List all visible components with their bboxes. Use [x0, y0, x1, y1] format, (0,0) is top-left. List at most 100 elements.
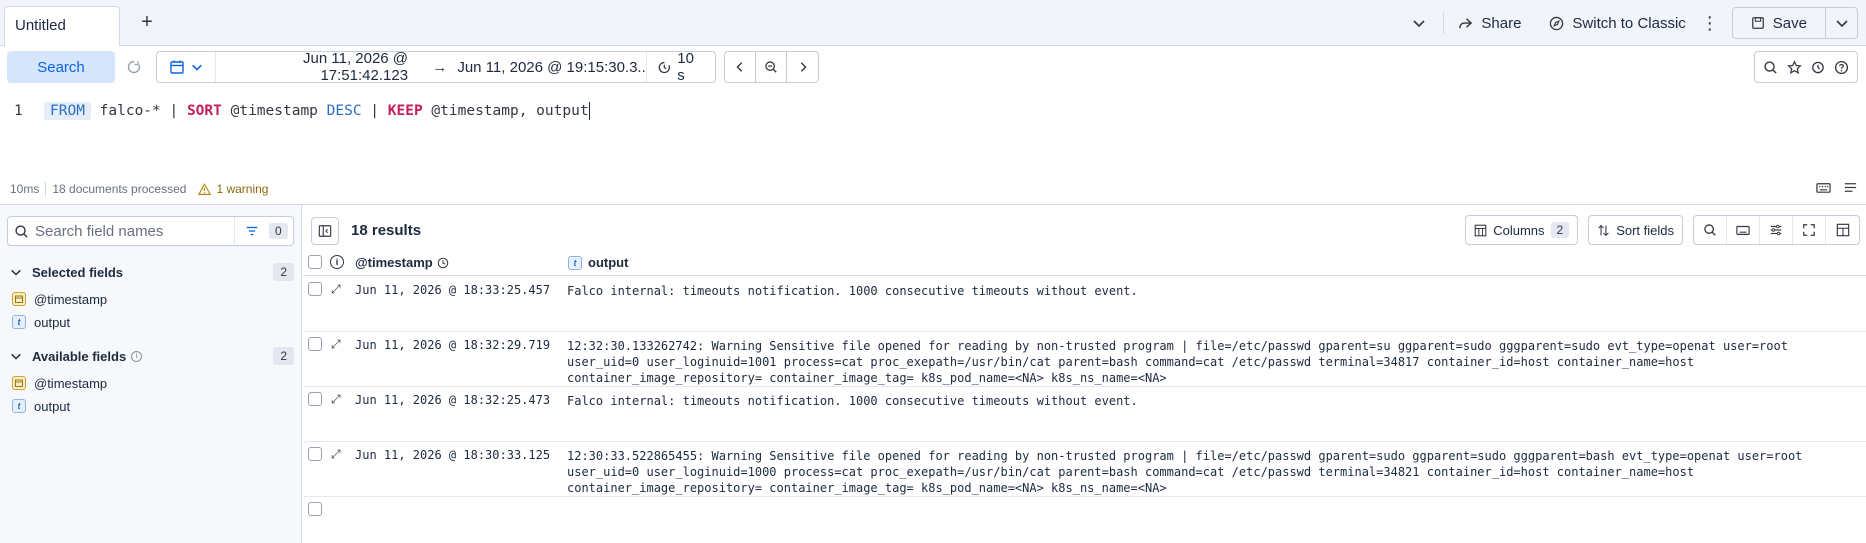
available-fields-section[interactable]: Available fields i 2	[10, 344, 294, 368]
columns-button[interactable]: Columns 2	[1465, 215, 1579, 245]
search-button[interactable]: Search	[7, 51, 115, 83]
query-sort-field: @timestamp	[221, 103, 327, 119]
star-icon[interactable]	[1786, 59, 1802, 75]
grid-tools: Columns 2 Sort fields	[1465, 215, 1860, 245]
history-icon[interactable]	[1810, 60, 1825, 75]
chevron-down-icon	[11, 353, 21, 360]
keyword-keep: KEEP	[387, 103, 423, 119]
refresh-interval-value: 10 s	[677, 50, 694, 84]
warning-text: 1 warning	[216, 182, 269, 196]
warning-icon	[198, 182, 212, 195]
table-row[interactable]: ⤢ Jun 11, 2026 @ 18:30:33.125 12:30:33.5…	[303, 442, 1866, 497]
selected-fields-section[interactable]: Selected fields 2	[10, 260, 294, 284]
toggle-sidebar-icon[interactable]	[311, 217, 339, 245]
column-header-label: @timestamp	[355, 255, 433, 270]
expand-icon[interactable]: ⤢	[331, 447, 341, 462]
search-icon[interactable]	[1694, 216, 1727, 244]
compass-icon	[1550, 16, 1564, 30]
line-number: 1	[14, 103, 23, 119]
add-tab-plus-icon[interactable]: +	[137, 12, 157, 32]
field-search-input[interactable]	[29, 218, 234, 244]
column-header-timestamp[interactable]: @timestamp	[355, 255, 449, 270]
chevron-down-icon	[11, 269, 21, 276]
text-type-icon: t	[12, 399, 26, 413]
chevron-right-icon[interactable]	[787, 52, 818, 82]
start-date[interactable]: Jun 11, 2026 @ 17:51:42.123	[216, 50, 422, 84]
share-label: Share	[1481, 14, 1522, 32]
warning-indicator[interactable]: 1 warning	[198, 182, 268, 196]
documentation-icon[interactable]	[1843, 180, 1858, 195]
available-field-timestamp[interactable]: @timestamp	[12, 373, 107, 393]
table-row[interactable]: ⤢ Jun 11, 2026 @ 18:32:25.473 Falco inte…	[303, 387, 1866, 442]
keyboard-icon[interactable]	[1816, 180, 1831, 195]
available-field-output[interactable]: t output	[12, 396, 70, 416]
row-checkbox[interactable]	[308, 447, 322, 461]
column-header-output[interactable]: t output	[568, 255, 628, 270]
end-date[interactable]: Jun 11, 2026 @ 19:15:30.3...	[457, 59, 645, 76]
query-toolbar: Search Jun 11, 2026 @ 17:51:42.123 → Jun…	[0, 47, 1866, 87]
keyboard-icon[interactable]	[1727, 216, 1760, 244]
share-button[interactable]: Share	[1444, 0, 1535, 46]
field-name: output	[34, 398, 71, 414]
save-button[interactable]: Save	[1733, 8, 1825, 38]
expand-icon[interactable]: ⤢	[331, 282, 341, 297]
layout-icon[interactable]	[1826, 216, 1859, 244]
row-checkbox[interactable]	[308, 392, 322, 406]
search-button-label: Search	[37, 58, 85, 76]
expand-icon[interactable]: ⤢	[331, 392, 341, 407]
selected-fields-count: 2	[273, 263, 294, 281]
keyword-desc: DESC	[326, 103, 362, 119]
text-type-icon: t	[568, 255, 582, 270]
switch-to-classic-button[interactable]: Switch to Classic	[1535, 0, 1699, 46]
date-picker: Jun 11, 2026 @ 17:51:42.123 → Jun 11, 20…	[156, 50, 716, 84]
switch-classic-label: Switch to Classic	[1572, 14, 1686, 32]
table-row[interactable]: ⤢ Jun 11, 2026 @ 18:33:25.457 Falco inte…	[303, 277, 1866, 332]
quick-select-button[interactable]	[157, 52, 216, 82]
selected-fields-label: Selected fields	[32, 264, 124, 280]
zoom-out-icon[interactable]	[756, 52, 787, 82]
grid-view-options	[1693, 215, 1860, 245]
sort-fields-button[interactable]: Sort fields	[1588, 215, 1683, 245]
row-output: Falco internal: timeouts notification. 1…	[567, 284, 1138, 298]
display-settings-icon[interactable]	[1760, 216, 1793, 244]
row-timestamp: Jun 11, 2026 @ 18:30:33.125	[355, 448, 551, 462]
select-all-checkbox[interactable]	[308, 255, 322, 269]
keyword-from: FROM	[44, 102, 91, 120]
info-icon[interactable]: i	[131, 350, 143, 362]
more-options-icon[interactable]: ⋮	[1700, 13, 1720, 34]
selected-field-output[interactable]: t output	[12, 312, 70, 332]
tab-bar: Untitled + Share Switch to Classic ⋮ Sav…	[0, 0, 1866, 46]
table-row[interactable]: ⤢ Jun 11, 2026 @ 18:32:29.719 12:32:30.1…	[303, 332, 1866, 387]
available-fields-count: 2	[273, 347, 294, 365]
row-checkbox[interactable]	[308, 502, 322, 516]
search-icon[interactable]	[1763, 60, 1778, 75]
results-count: 18 results	[351, 222, 422, 239]
expand-icon[interactable]: ⤢	[331, 337, 341, 352]
sort-icon	[1598, 224, 1609, 236]
row-checkbox[interactable]	[308, 282, 322, 296]
refresh-icon[interactable]	[120, 51, 148, 83]
refresh-interval[interactable]: 10 s	[645, 50, 715, 84]
grid-column-headers: i @timestamp t output	[303, 252, 1866, 276]
query-status: 10ms 18 documents processed 1 warning	[10, 182, 268, 196]
table-row[interactable]	[303, 497, 1866, 543]
chevron-down-icon[interactable]	[1405, 9, 1433, 37]
field-filter-button[interactable]: 0	[234, 217, 296, 245]
field-name: @timestamp	[34, 375, 108, 391]
text-cursor	[588, 102, 590, 120]
share-icon	[1459, 17, 1473, 28]
tab-untitled[interactable]: Untitled	[4, 6, 120, 46]
grid-toolbar: 18 results Columns 2 Sort fields	[303, 205, 1866, 255]
query-pipe: |	[361, 103, 388, 119]
selected-field-timestamp[interactable]: @timestamp	[12, 289, 107, 309]
query-editor[interactable]: 1 FROM falco-* | SORT @timestamp DESC | …	[0, 96, 1866, 126]
row-checkbox[interactable]	[308, 337, 322, 351]
row-timestamp: Jun 11, 2026 @ 18:32:25.473	[355, 393, 551, 407]
help-icon[interactable]	[1834, 60, 1849, 75]
fullscreen-icon[interactable]	[1793, 216, 1826, 244]
row-output: Falco internal: timeouts notification. 1…	[567, 394, 1138, 408]
chevron-left-icon[interactable]	[725, 52, 756, 82]
save-options-chevron-icon[interactable]	[1825, 8, 1857, 38]
chevron-down-icon	[192, 64, 202, 71]
field-name: @timestamp	[34, 291, 108, 307]
